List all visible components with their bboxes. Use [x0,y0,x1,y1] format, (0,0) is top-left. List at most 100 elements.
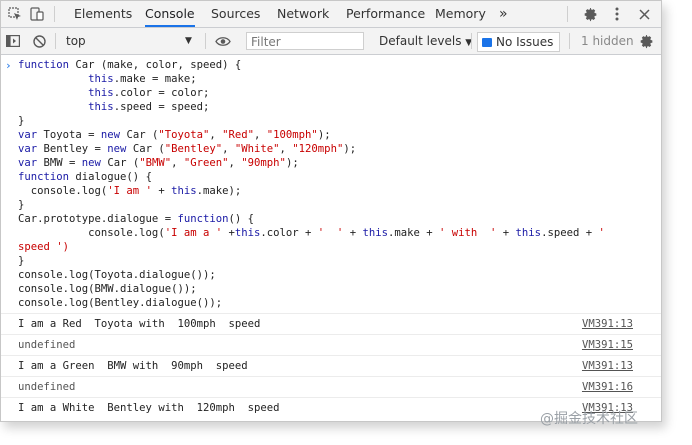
more-tabs-icon[interactable]: » [499,1,508,27]
code-token: Car ( [126,129,159,141]
code-line: console.log(BMW.dialogue()); [1,282,661,296]
code-token: "Red" [222,129,255,141]
code-token: , [171,157,184,169]
code-line: var Toyota = new Car ("Toyota", "Red", "… [1,128,661,142]
code-line: console.log('I am ' + this.make); [1,184,661,198]
code-token: dialogue() { [75,171,152,183]
code-token: Car.prototype.dialogue = [18,213,178,225]
code-token: } [18,255,25,267]
code-line: function dialogue() { [1,170,661,184]
code-token: , [254,129,267,141]
issues-button[interactable]: No Issues [477,32,561,52]
code-token: .color + [260,227,318,239]
console-output[interactable]: › function Car (make, color, speed) { th… [1,55,661,421]
code-token: this [88,73,114,85]
code-token: console.log( [18,227,165,239]
code-token: ' [598,227,605,239]
gear-icon[interactable] [579,1,601,27]
console-log-message: I am a Green BMW with 90mph speed VM391:1… [1,355,661,376]
code-line: this.speed = speed; [1,100,661,114]
code-token: "100mph" [266,129,318,141]
code-token: "Green" [183,157,229,169]
source-link[interactable]: VM391:16 [582,377,633,397]
console-messages: I am a Red Toyota with 100mph speed VM391… [1,313,661,418]
code-token: "90mph" [241,157,286,169]
code-line: } [1,254,661,268]
divider [54,6,55,22]
console-return-value: undefined VM391:15 [1,334,661,355]
message-text: undefined [18,339,76,351]
source-link[interactable]: VM391:13 [582,314,633,334]
issues-label: No Issues [496,35,554,49]
message-text: I am a Red Toyota with 100mph speed [18,318,261,330]
console-return-value: undefined VM391:16 [1,376,661,397]
chevron-down-icon[interactable]: ▼ [185,28,192,54]
clear-console-icon[interactable] [29,28,49,54]
message-text: I am a Green BMW with 90mph speed [18,360,248,372]
input-code-block[interactable]: function Car (make, color, speed) { this… [1,58,661,310]
code-token: new [81,157,108,169]
code-token: "Toyota" [158,129,210,141]
code-line: this.color = color; [1,86,661,100]
source-link[interactable]: VM391:15 [582,335,633,355]
tab-performance[interactable]: Performance [346,1,425,27]
code-token: function [18,171,76,183]
inspect-element-icon[interactable] [5,1,25,27]
code-token: () { [228,213,254,225]
code-token: "White" [234,143,280,155]
close-icon[interactable] [633,1,655,27]
tab-bar: Elements Console Sources Network Perform… [1,1,661,28]
tab-elements[interactable]: Elements [74,1,132,27]
code-token: function [177,213,229,225]
code-token: var [18,143,44,155]
code-token: .make = make; [113,73,197,85]
code-token: } [18,115,25,127]
code-token: .make); [196,185,242,197]
code-token: .color = color; [113,87,210,99]
divider [205,33,206,49]
code-token: console.log( [18,185,108,197]
more-options-icon[interactable] [607,1,627,27]
code-token: ' ' [317,227,344,239]
console-toolbar: top ▼ Filter Default levels ▼ No Issues … [1,28,661,55]
code-token: Car (make, color, speed) { [75,59,242,71]
tab-sources[interactable]: Sources [211,1,260,27]
code-token: console.log(Toyota.dialogue()); [18,269,216,281]
context-selector[interactable]: top [66,28,86,54]
console-settings-icon[interactable] [635,28,657,54]
code-line: speed ') [1,240,661,254]
code-token: , [279,143,293,155]
code-token: BMW = [43,157,82,169]
code-token: } [18,199,25,211]
code-token: console.log(BMW.dialogue()); [18,283,197,295]
code-line: } [1,198,661,212]
code-token: .speed = speed; [113,101,210,113]
eye-icon[interactable] [211,28,235,54]
code-token: , [228,157,242,169]
divider [567,6,568,22]
code-token: this [515,227,542,239]
code-token: function [18,59,76,71]
console-log-message: I am a Red Toyota with 100mph speed VM391… [1,313,661,334]
tab-memory[interactable]: Memory [435,1,486,27]
code-token: ' with ' [439,227,497,239]
code-token: Bentley = [43,143,108,155]
divider [569,33,570,49]
levels-label: Default levels [379,34,462,48]
code-line: function Car (make, color, speed) { [1,58,661,72]
code-token: + [222,227,235,239]
code-token: + [496,227,516,239]
code-line: var BMW = new Car ("BMW", "Green", "90mp… [1,156,661,170]
device-toolbar-icon[interactable] [27,1,47,27]
sidebar-toggle-icon[interactable] [3,28,23,54]
filter-input[interactable]: Filter [246,32,364,50]
code-token: this [171,185,197,197]
tab-console[interactable]: Console [145,1,195,27]
levels-dropdown[interactable]: Default levels ▼ [379,28,472,54]
tab-network[interactable]: Network [277,1,329,27]
source-link[interactable]: VM391:13 [582,356,633,376]
code-token: "BMW" [139,157,172,169]
